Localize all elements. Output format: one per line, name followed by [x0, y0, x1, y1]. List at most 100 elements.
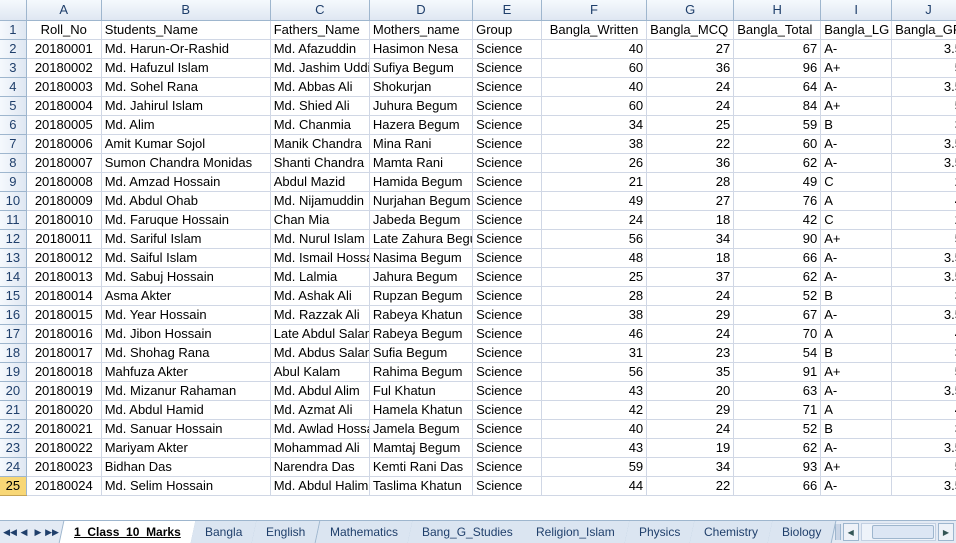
cell[interactable]: 42	[733, 210, 822, 230]
cell[interactable]: Manik Chandra	[270, 134, 370, 154]
cell[interactable]: C	[820, 210, 893, 230]
cell[interactable]: 20180014	[26, 286, 102, 306]
cell[interactable]: 20180017	[26, 343, 102, 363]
cell[interactable]: 20180012	[26, 248, 102, 268]
cell[interactable]: 18	[646, 248, 735, 268]
cell[interactable]: Science	[472, 96, 542, 116]
column-header-d[interactable]: D	[369, 0, 474, 21]
cell[interactable]: Science	[472, 343, 542, 363]
cell[interactable]: 62	[733, 267, 822, 287]
cell[interactable]: Sufia Begum	[369, 343, 474, 363]
cell[interactable]: Mahfuza Akter	[101, 362, 271, 382]
row-header[interactable]: 13	[0, 248, 27, 268]
row-header[interactable]: 21	[0, 400, 27, 420]
cell[interactable]: Science	[472, 210, 542, 230]
cell[interactable]: B	[820, 419, 893, 439]
spreadsheet-grid[interactable]: A B C D E F G H I J 1 Roll_No Students_Name Fathers_N…	[0, 0, 956, 520]
first-sheet-icon[interactable]: ◀◀	[3, 525, 17, 539]
cell[interactable]: 20	[646, 381, 735, 401]
cell[interactable]: Md. Ashak Ali	[270, 286, 370, 306]
column-header-a[interactable]: A	[26, 0, 102, 21]
cell[interactable]: A-	[820, 438, 893, 458]
cell[interactable]: Md. Ismail Hossain	[270, 248, 370, 268]
cell[interactable]: 20180009	[26, 191, 102, 211]
cell[interactable]: A	[820, 324, 893, 344]
row-header[interactable]: 20	[0, 381, 27, 401]
cell[interactable]: Md. Azmat Ali	[270, 400, 370, 420]
cell[interactable]: Jabeda Begum	[369, 210, 474, 230]
cell[interactable]: 91	[733, 362, 822, 382]
cell[interactable]: A+	[820, 362, 893, 382]
cell[interactable]: Md. Nijamuddin	[270, 191, 370, 211]
cell[interactable]: A	[820, 191, 893, 211]
row-header[interactable]: 10	[0, 191, 27, 211]
cell[interactable]: 3.5	[891, 248, 956, 268]
cell[interactable]: 31	[541, 343, 648, 363]
cell[interactable]: 42	[541, 400, 648, 420]
cell[interactable]: Md. Shohag Rana	[101, 343, 271, 363]
cell[interactable]: 76	[733, 191, 822, 211]
cell[interactable]: 56	[541, 229, 648, 249]
prev-sheet-icon[interactable]: ◀	[18, 525, 30, 539]
header-cell[interactable]: Bangla_MCQ	[646, 20, 735, 40]
cell[interactable]: Md. Abdul Hamid	[101, 400, 271, 420]
cell[interactable]: 63	[733, 381, 822, 401]
row-header[interactable]: 12	[0, 229, 27, 249]
cell[interactable]: Narendra Das	[270, 457, 370, 477]
cell[interactable]: 36	[646, 58, 735, 78]
header-cell[interactable]: Mothers_name	[369, 20, 474, 40]
cell[interactable]: Ful Khatun	[369, 381, 474, 401]
cell[interactable]: 3.5	[891, 77, 956, 97]
cell[interactable]: 27	[646, 39, 735, 59]
cell[interactable]: Amit Kumar Sojol	[101, 134, 271, 154]
cell[interactable]: 24	[541, 210, 648, 230]
cell[interactable]: Md. Jahirul Islam	[101, 96, 271, 116]
cell[interactable]: Mamta Rani	[369, 153, 474, 173]
cell[interactable]: 28	[646, 172, 735, 192]
cell[interactable]: Abul Kalam	[270, 362, 370, 382]
cell[interactable]: A+	[820, 457, 893, 477]
cell[interactable]: Science	[472, 419, 542, 439]
cell[interactable]: 20180004	[26, 96, 102, 116]
cell[interactable]: 20180021	[26, 419, 102, 439]
cell[interactable]: 18	[646, 210, 735, 230]
cell[interactable]: Md. Afazuddin	[270, 39, 370, 59]
cell[interactable]: 64	[733, 77, 822, 97]
cell[interactable]: A-	[820, 267, 893, 287]
row-header[interactable]: 16	[0, 305, 27, 325]
tab-splitter-handle[interactable]	[834, 524, 841, 540]
row-header[interactable]: 14	[0, 267, 27, 287]
cell[interactable]: 3.5	[891, 267, 956, 287]
row-header[interactable]: 25	[0, 476, 27, 496]
cell[interactable]: 27	[646, 191, 735, 211]
cell[interactable]: 43	[541, 381, 648, 401]
scroll-left-icon[interactable]: ◀	[842, 523, 859, 541]
cell[interactable]: Science	[472, 476, 542, 496]
cell[interactable]: 49	[733, 172, 822, 192]
cell[interactable]: A-	[820, 476, 893, 496]
cell[interactable]: A-	[820, 248, 893, 268]
cell[interactable]: Science	[472, 305, 542, 325]
header-cell[interactable]: Roll_No	[26, 20, 102, 40]
cell[interactable]: Science	[472, 381, 542, 401]
row-header[interactable]: 7	[0, 134, 27, 154]
cell[interactable]: 90	[733, 229, 822, 249]
column-header-e[interactable]: E	[472, 0, 542, 21]
cell[interactable]: Late Abdul Salam	[270, 324, 370, 344]
cell[interactable]: Md. Razzak Ali	[270, 305, 370, 325]
cell[interactable]: Science	[472, 115, 542, 135]
cell[interactable]: 20180008	[26, 172, 102, 192]
cell[interactable]: 67	[733, 305, 822, 325]
cell[interactable]: 40	[541, 39, 648, 59]
cell[interactable]: A-	[820, 381, 893, 401]
cell[interactable]: 38	[541, 305, 648, 325]
cell[interactable]: Md. Chanmia	[270, 115, 370, 135]
cell[interactable]: 44	[541, 476, 648, 496]
cell[interactable]: 25	[646, 115, 735, 135]
cell[interactable]: Md. Mizanur Rahaman	[101, 381, 271, 401]
cell[interactable]: Chan Mia	[270, 210, 370, 230]
row-header[interactable]: 19	[0, 362, 27, 382]
column-header-j[interactable]: J	[891, 0, 956, 21]
cell[interactable]: 20180002	[26, 58, 102, 78]
cell[interactable]: 70	[733, 324, 822, 344]
